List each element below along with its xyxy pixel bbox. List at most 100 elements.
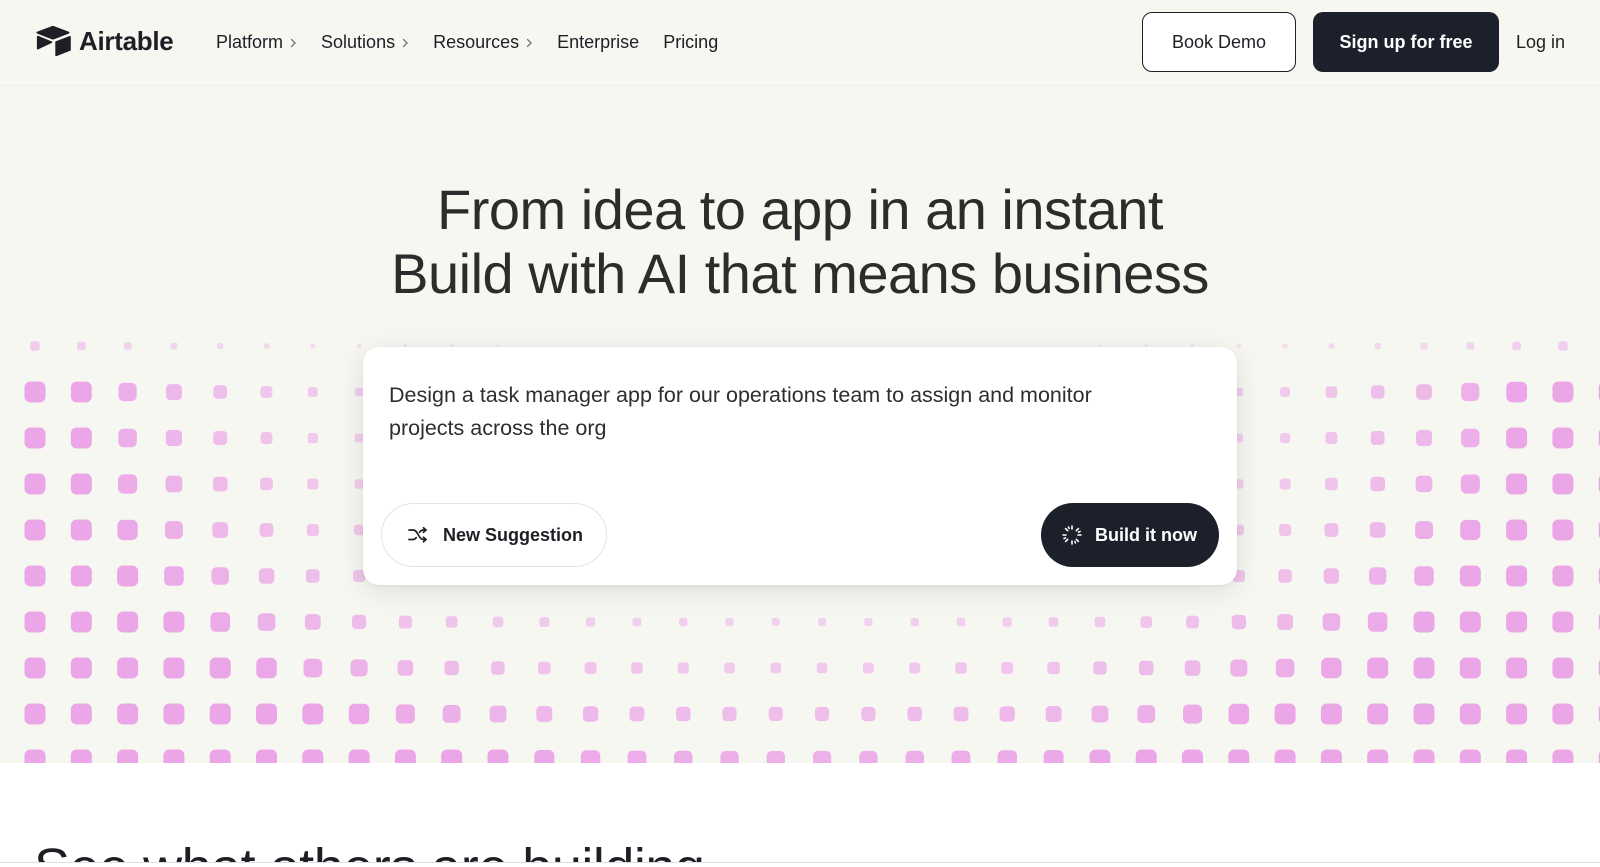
decorative-dot xyxy=(1278,569,1292,583)
decorative-dot xyxy=(584,662,597,674)
decorative-dot xyxy=(1183,704,1203,724)
decorative-dot xyxy=(539,617,550,627)
decorative-dot xyxy=(766,750,785,763)
nav-item-enterprise[interactable]: Enterprise xyxy=(557,32,639,53)
build-it-now-label: Build it now xyxy=(1095,524,1197,545)
decorative-dot xyxy=(213,431,228,445)
decorative-dot xyxy=(1416,384,1432,400)
decorative-dot xyxy=(163,657,185,679)
decorative-dot xyxy=(1552,703,1574,725)
decorative-dot xyxy=(1370,431,1385,445)
decorative-dot xyxy=(1506,565,1528,587)
decorative-dot xyxy=(118,382,137,402)
book-demo-button[interactable]: Book Demo xyxy=(1142,12,1296,72)
decorative-dot xyxy=(679,617,688,627)
nav-item-resources[interactable]: Resources xyxy=(433,32,533,53)
decorative-dot xyxy=(24,657,46,679)
decorative-dot xyxy=(632,617,642,627)
decorative-dot xyxy=(1413,657,1435,679)
decorative-dot xyxy=(24,427,46,449)
decorative-dot xyxy=(117,565,139,587)
prompt-input[interactable]: Design a task manager app for our operat… xyxy=(389,379,1169,445)
decorative-dot xyxy=(24,703,46,725)
decorative-dot xyxy=(213,385,227,399)
nav-item-solutions[interactable]: Solutions xyxy=(321,32,409,53)
decorative-dot xyxy=(1369,522,1386,538)
decorative-dot xyxy=(1324,523,1339,537)
chevron-right-icon xyxy=(290,38,297,47)
decorative-dot xyxy=(953,706,969,722)
decorative-dot xyxy=(256,703,277,725)
decorative-dot xyxy=(580,750,601,763)
hero-headline: From idea to app in an instant Build wit… xyxy=(0,178,1600,306)
nav-item-platform[interactable]: Platform xyxy=(216,32,297,53)
decorative-dot xyxy=(303,658,323,678)
airtable-logo-icon xyxy=(36,25,71,57)
decorative-dot xyxy=(1186,615,1199,629)
sparkle-spinner-icon xyxy=(1062,525,1082,545)
decorative-dot xyxy=(1277,614,1293,630)
decorative-dot xyxy=(117,611,139,633)
decorative-dot xyxy=(1367,749,1389,763)
decorative-dot xyxy=(1002,617,1012,627)
decorative-dot xyxy=(1459,565,1481,587)
decorative-dot xyxy=(1228,703,1250,725)
new-suggestion-label: New Suggestion xyxy=(443,524,584,545)
decorative-dot xyxy=(170,342,178,350)
decorative-dot xyxy=(1228,749,1250,763)
decorative-dot xyxy=(1512,341,1521,351)
decorative-dot xyxy=(771,618,780,626)
chevron-right-icon xyxy=(526,38,533,47)
decorative-dot xyxy=(210,612,230,632)
decorative-dot xyxy=(1280,387,1290,397)
decorative-dot xyxy=(1140,616,1153,628)
chevron-right-icon xyxy=(402,38,409,47)
decorative-dot xyxy=(302,749,324,763)
nav-item-label: Platform xyxy=(216,32,284,52)
decorative-dot xyxy=(77,341,86,351)
decorative-dot xyxy=(1325,432,1338,444)
decorative-dot xyxy=(70,749,92,763)
decorative-dot xyxy=(861,706,876,722)
decorative-dot xyxy=(257,613,276,631)
build-it-now-button[interactable]: Build it now xyxy=(1041,503,1219,567)
decorative-dot xyxy=(816,662,828,674)
decorative-dot xyxy=(1274,703,1296,725)
decorative-dot xyxy=(398,615,412,629)
decorative-dot xyxy=(629,706,645,722)
decorative-dot xyxy=(307,478,319,490)
decorative-dot xyxy=(1459,749,1481,763)
decorative-dot xyxy=(1182,749,1203,763)
headline-line-2: Build with AI that means business xyxy=(391,242,1209,305)
sign-up-button[interactable]: Sign up for free xyxy=(1313,12,1499,72)
decorative-dot xyxy=(768,706,783,721)
airtable-logo[interactable]: Airtable xyxy=(34,25,174,57)
decorative-dot xyxy=(1279,478,1291,490)
decorative-dot xyxy=(1460,474,1480,494)
decorative-dot xyxy=(1089,749,1111,763)
decorative-dot xyxy=(674,750,693,763)
new-suggestion-button[interactable]: New Suggestion xyxy=(381,503,607,567)
decorative-dot xyxy=(1370,476,1385,492)
log-in-link[interactable]: Log in xyxy=(1516,32,1565,53)
decorative-dot xyxy=(70,611,92,633)
logo-wordmark: Airtable xyxy=(79,25,174,56)
decorative-dot xyxy=(492,616,504,628)
decorative-dot xyxy=(30,341,40,351)
decorative-dot xyxy=(70,703,92,725)
decorative-dot xyxy=(310,343,316,349)
nav-item-label: Enterprise xyxy=(557,32,640,52)
decorative-dot xyxy=(123,342,132,350)
decorative-dot xyxy=(24,611,46,633)
decorative-dot xyxy=(70,519,92,541)
decorative-dot xyxy=(394,749,416,763)
decorative-dot xyxy=(1325,477,1338,491)
nav-item-pricing[interactable]: Pricing xyxy=(663,32,718,53)
decorative-dot xyxy=(1093,661,1107,675)
decorative-dot xyxy=(1322,613,1341,631)
decorative-dot xyxy=(305,569,320,583)
decorative-dot xyxy=(395,704,415,724)
decorative-dot xyxy=(1413,749,1435,763)
decorative-dot xyxy=(70,473,92,495)
decorative-dot xyxy=(163,703,185,725)
